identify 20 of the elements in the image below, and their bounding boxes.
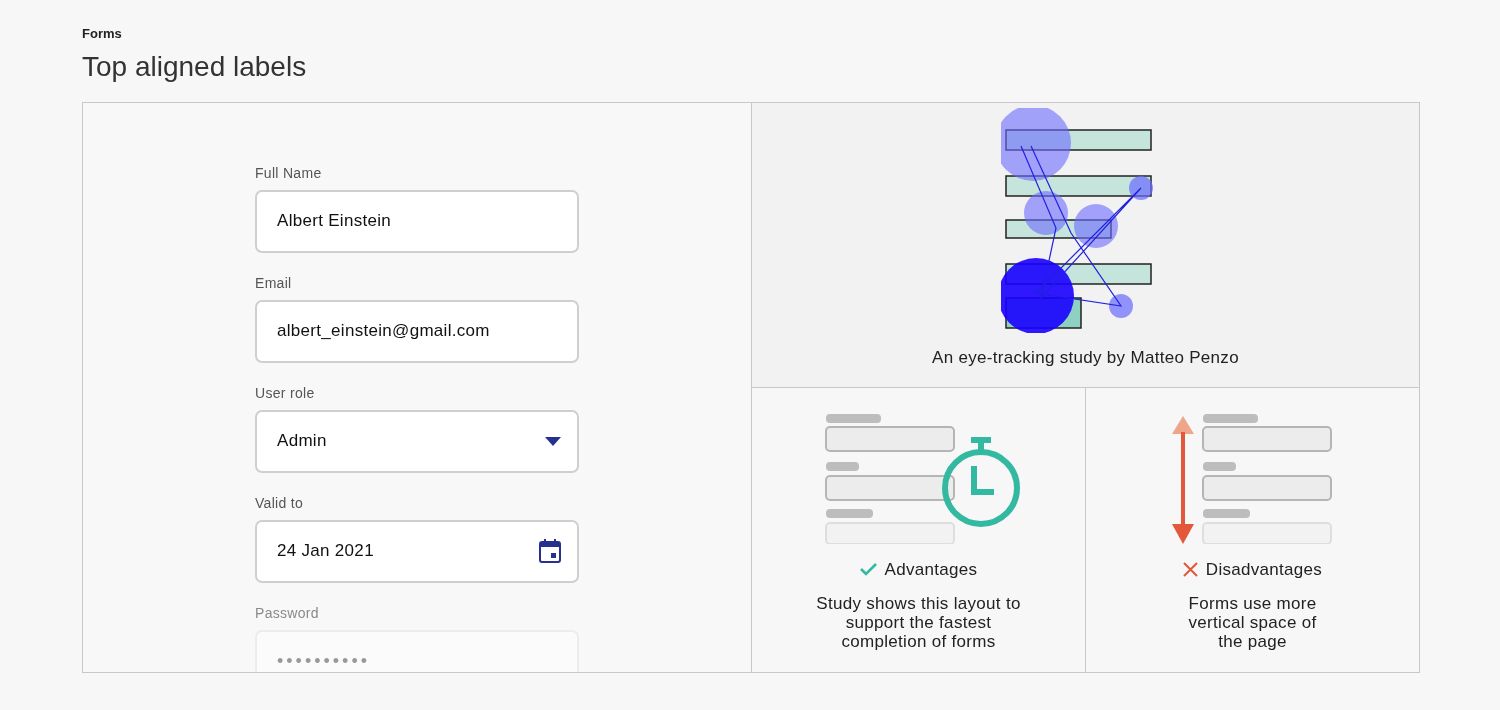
- date-field[interactable]: 24 Jan 2021: [255, 519, 579, 583]
- input-field[interactable]: Albert Einstein: [255, 189, 579, 253]
- role-dropdown[interactable]: Admin: [255, 409, 579, 473]
- point-description: Study shows this layout to support the fastest completion of forms: [815, 594, 1022, 651]
- point-heading: Advantages: [884, 558, 978, 581]
- field-label: Email: [255, 273, 293, 293]
- page-title: Top aligned labels: [82, 49, 308, 84]
- input-field[interactable]: albert_einstein@gmail.com: [255, 299, 579, 363]
- image-caption: An eye-tracking study by Matteo Penzo: [932, 346, 1239, 369]
- point-heading: Disadvantages: [1205, 558, 1323, 581]
- point-description: Forms use more vertical space of the page: [1187, 594, 1318, 651]
- cross-icon: [1182, 561, 1198, 577]
- field-label: Valid to: [255, 493, 305, 513]
- field-label: Password: [255, 603, 320, 623]
- calendar-icon: [539, 539, 561, 563]
- field-label: User role: [255, 383, 316, 403]
- field-label: Full Name: [255, 163, 323, 183]
- check-icon: [859, 562, 877, 576]
- dropdown-caret-icon: [545, 436, 561, 446]
- section-label: Forms: [82, 25, 123, 43]
